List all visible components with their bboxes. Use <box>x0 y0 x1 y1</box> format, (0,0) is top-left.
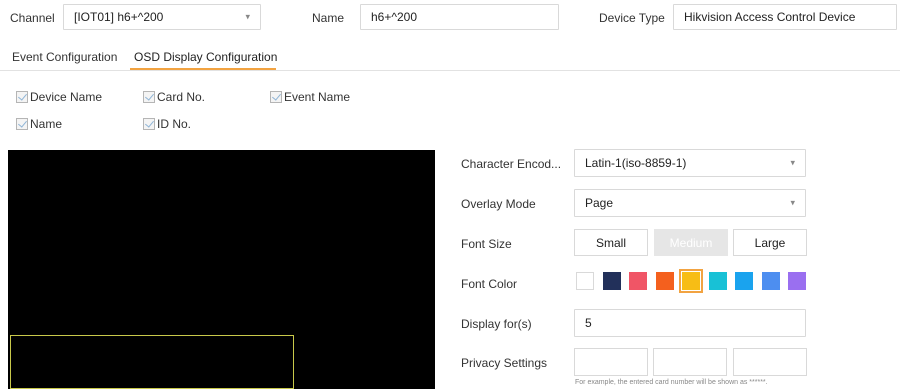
overlay-mode-label: Overlay Mode <box>461 197 536 211</box>
checkbox-checked-icon <box>16 91 28 103</box>
checkbox-label: Card No. <box>157 90 206 104</box>
osd-overlay-region[interactable] <box>10 335 294 389</box>
device-type-field: Hikvision Access Control Device <box>673 4 897 30</box>
overlay-mode-value: Page <box>585 196 614 210</box>
channel-select[interactable]: [IOT01] h6+^200 ▾ <box>63 4 261 30</box>
font-color-swatch[interactable] <box>603 272 621 290</box>
device-type-value: Hikvision Access Control Device <box>684 10 856 24</box>
privacy-field-3[interactable] <box>733 348 807 376</box>
checkbox-card-no[interactable]: Card No. <box>143 90 205 104</box>
checkbox-label: ID No. <box>157 117 192 131</box>
overlay-mode-select[interactable]: Page ▾ <box>574 189 806 217</box>
char-encoding-select[interactable]: Latin-1(iso-8859-1) ▾ <box>574 149 806 177</box>
privacy-settings-label: Privacy Settings <box>461 356 548 370</box>
font-color-swatch[interactable] <box>709 272 727 290</box>
checkbox-checked-icon <box>143 118 155 130</box>
name-field-value: h6+^200 <box>371 10 418 24</box>
chevron-down-icon: ▾ <box>790 157 795 168</box>
display-for-value: 5 <box>585 316 592 330</box>
display-for-input[interactable]: 5 <box>574 309 806 337</box>
privacy-field-2[interactable] <box>653 348 727 376</box>
char-encoding-label: Character Encod... <box>461 157 562 171</box>
font-color-swatch[interactable] <box>735 272 753 290</box>
display-for-label: Display for(s) <box>461 317 532 331</box>
font-size-small-button[interactable]: Small <box>574 229 648 256</box>
font-size-label: Font Size <box>461 237 512 251</box>
font-color-swatch[interactable] <box>576 272 594 290</box>
font-size-medium-button[interactable]: Medium <box>654 229 728 256</box>
checkbox-label: Name <box>30 117 63 131</box>
device-type-label: Device Type <box>599 11 665 25</box>
checkbox-checked-icon <box>16 118 28 130</box>
name-label: Name <box>312 11 345 25</box>
tab-osd-display-configuration[interactable]: OSD Display Configuration <box>134 50 277 64</box>
channel-select-value: [IOT01] h6+^200 <box>74 10 164 24</box>
font-color-swatch[interactable] <box>762 272 780 290</box>
font-color-swatch[interactable] <box>788 272 806 290</box>
privacy-hint-text: For example, the entered card number wil… <box>575 379 768 386</box>
channel-label: Channel <box>10 11 55 25</box>
tab-divider <box>0 70 900 71</box>
font-color-swatch[interactable] <box>629 272 647 290</box>
checkbox-event-name[interactable]: Event Name <box>270 90 350 104</box>
checkbox-name[interactable]: Name <box>16 117 62 131</box>
chevron-down-icon: ▾ <box>790 197 795 208</box>
checkbox-id-no[interactable]: ID No. <box>143 117 191 131</box>
font-color-swatch[interactable] <box>679 269 703 293</box>
font-size-large-button[interactable]: Large <box>733 229 807 256</box>
checkbox-checked-icon <box>143 91 155 103</box>
char-encoding-value: Latin-1(iso-8859-1) <box>585 156 687 170</box>
name-field[interactable]: h6+^200 <box>360 4 559 30</box>
checkbox-label: Device Name <box>30 90 103 104</box>
osd-preview-area[interactable] <box>8 150 435 389</box>
chevron-down-icon: ▾ <box>245 11 250 22</box>
checkbox-device-name[interactable]: Device Name <box>16 90 102 104</box>
font-color-label: Font Color <box>461 277 518 291</box>
checkbox-label: Event Name <box>284 90 351 104</box>
privacy-field-1[interactable] <box>574 348 648 376</box>
tab-event-configuration[interactable]: Event Configuration <box>12 50 117 64</box>
font-color-swatch[interactable] <box>656 272 674 290</box>
checkbox-checked-icon <box>270 91 282 103</box>
